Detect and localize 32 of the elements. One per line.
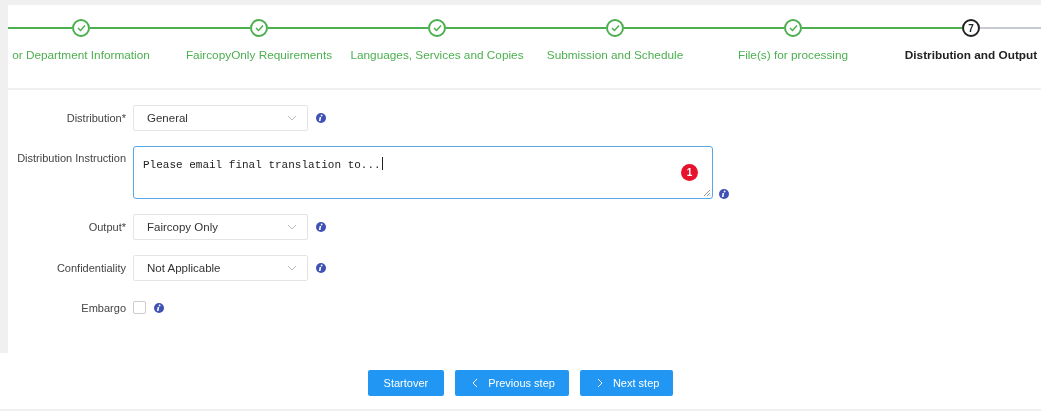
step-label[interactable]: Distribution and Output [904,48,1038,62]
info-icon[interactable] [719,189,729,199]
checkbox[interactable] [133,301,146,314]
step-label[interactable]: Submission and Schedule [546,48,684,62]
step-label[interactable]: or Department Information [12,48,150,62]
info-icon[interactable] [316,263,326,273]
field-label: Distribution Instruction [17,152,126,164]
chevron-icon [596,378,603,388]
step-label[interactable]: Languages, Services and Copies [350,48,524,62]
chevron-icon [472,378,479,388]
step-button[interactable]: Next step [579,370,674,396]
chevron-icon [287,265,297,271]
field-label: Embargo [81,301,126,314]
dropdown-field[interactable]: Not Applicable [133,255,308,281]
chevron-icon [287,115,297,121]
dropdown-field[interactable]: Faircopy Only [133,214,308,240]
dropdown-field[interactable]: General [133,105,308,131]
chevron-icon [287,224,297,230]
info-icon[interactable] [316,113,326,123]
step-button[interactable]: Startover [367,370,445,396]
step-number: 7 [962,19,980,37]
info-icon[interactable] [154,302,164,313]
count-badge: 1 [681,164,698,181]
field-label: Confidentiality [56,262,126,274]
field-label: Distribution* [66,112,126,124]
step-label[interactable]: FaircopyOnly Requirements [185,48,333,62]
info-icon[interactable] [316,222,326,232]
field-label: Output* [88,221,126,233]
resize-grip-icon[interactable] [703,189,711,197]
instruction-field[interactable]: Please email final translation to... 1 [133,146,713,199]
step-label[interactable]: File(s) for processing [737,48,849,62]
step-button[interactable]: Previous step [455,370,569,396]
